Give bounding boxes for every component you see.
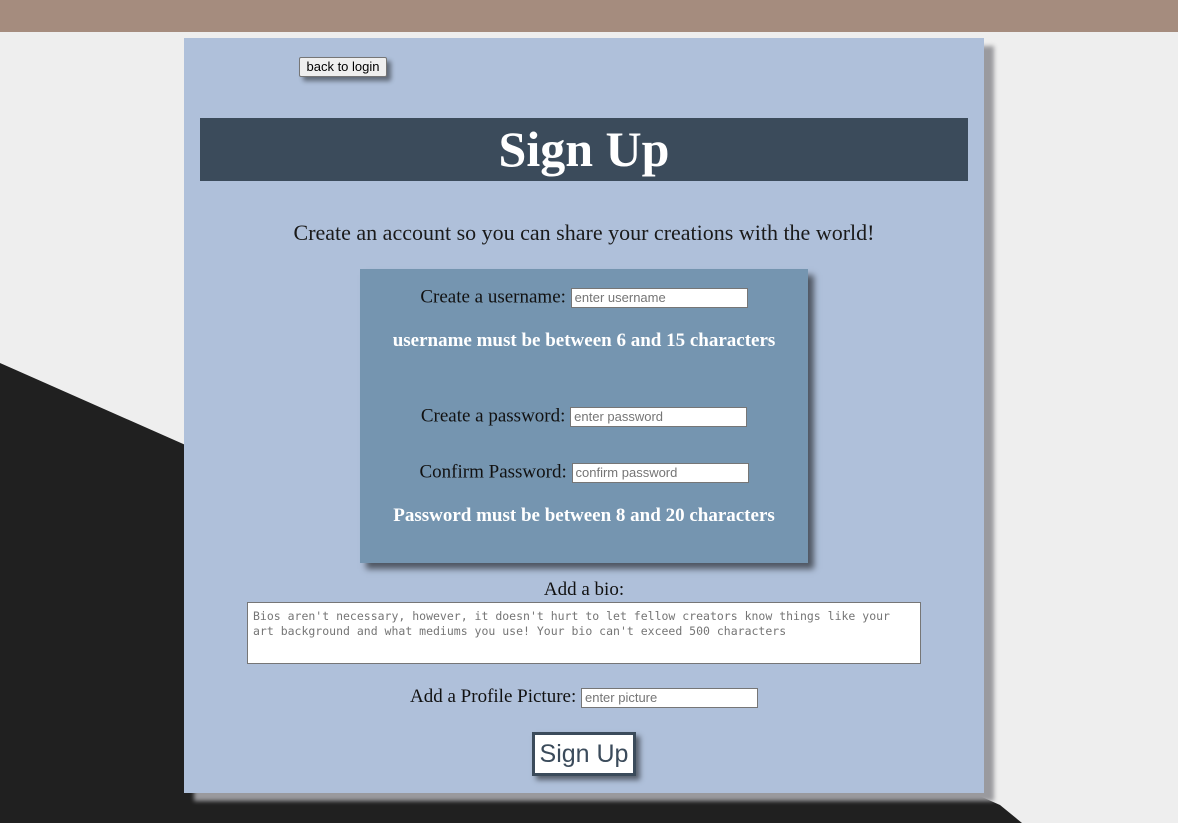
- password-label: Create a password:: [420, 405, 566, 427]
- intro-text: Create an account so you can share your …: [293, 220, 875, 245]
- bio-label: Add a bio:: [543, 579, 625, 600]
- profile-picture-row: Add a Profile Picture: enter picture: [184, 686, 984, 708]
- username-input[interactable]: enter username: [570, 287, 748, 308]
- bio-textarea[interactable]: Bios aren't necessary, however, it doesn…: [247, 602, 921, 664]
- signup-panel: back to login Sign Up Create an account …: [184, 38, 984, 793]
- confirm-password-input[interactable]: confirm password: [571, 462, 749, 483]
- password-input[interactable]: enter password: [570, 406, 748, 427]
- sign-up-button[interactable]: Sign Up: [532, 732, 636, 776]
- back-to-login-button[interactable]: back to login: [299, 57, 387, 77]
- username-row: Create a username: enter username: [360, 286, 808, 309]
- confirm-password-row: Confirm Password: confirm password: [360, 461, 808, 484]
- profile-picture-label: Add a Profile Picture:: [410, 686, 577, 707]
- page-title: Sign Up: [498, 121, 670, 177]
- confirm-password-label: Confirm Password:: [419, 461, 567, 483]
- credentials-box: Create a username: enter username userna…: [360, 269, 808, 563]
- username-label: Create a username:: [420, 286, 566, 308]
- page-title-bar: Sign Up: [200, 118, 968, 181]
- profile-picture-input[interactable]: enter picture: [580, 687, 758, 708]
- password-row: Create a password: enter password: [360, 405, 808, 428]
- password-hint: Password must be between 8 and 20 charac…: [393, 505, 775, 526]
- username-hint: username must be between 6 and 15 charac…: [392, 330, 776, 351]
